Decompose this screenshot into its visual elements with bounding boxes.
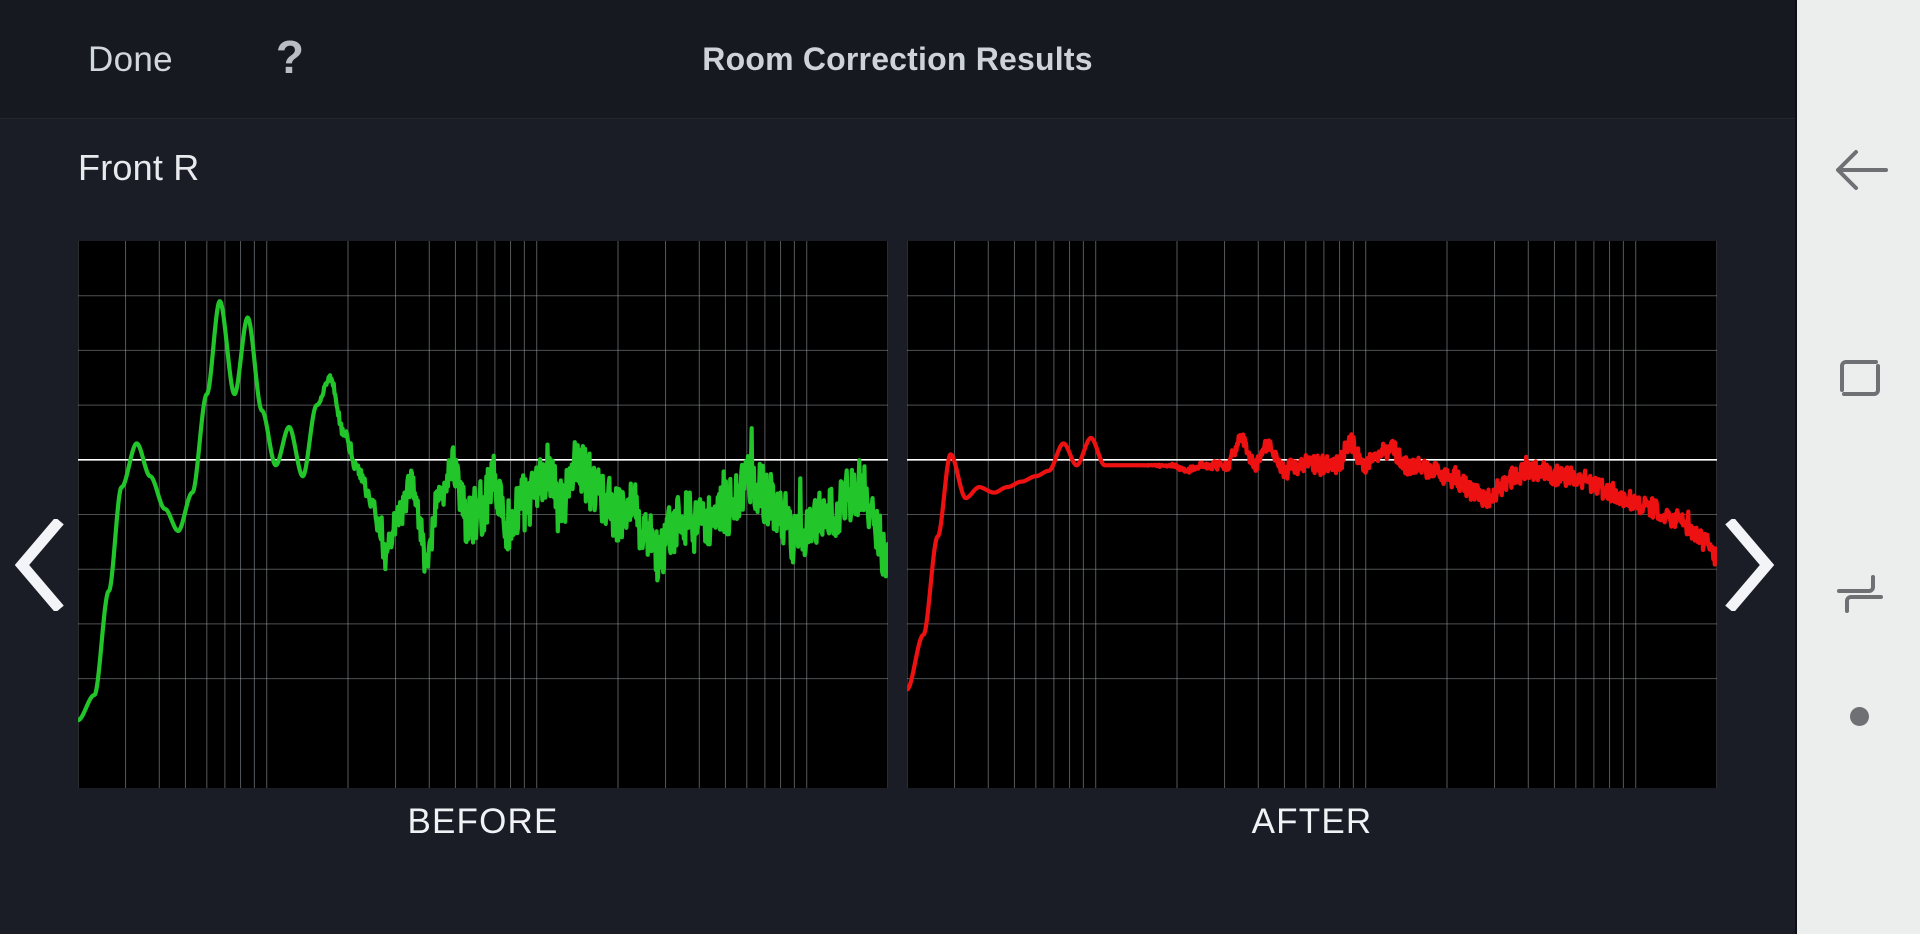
- rounded-square-icon: [1839, 360, 1880, 396]
- after-chart-caption: AFTER: [1251, 802, 1373, 841]
- before-chart: [78, 241, 888, 788]
- app-content-area: Done ? Room Correction Results Front R B…: [0, 0, 1795, 934]
- system-navigation-bar: [1795, 0, 1920, 934]
- after-chart-plot: [907, 241, 1717, 788]
- chevron-right-icon: [1725, 519, 1775, 611]
- channel-label: Front R: [78, 147, 200, 188]
- previous-channel-button[interactable]: [4, 517, 74, 613]
- dot-icon: [1850, 706, 1869, 726]
- nav-back-button[interactable]: [1797, 122, 1920, 218]
- next-channel-button[interactable]: [1715, 517, 1785, 613]
- page-title: Room Correction Results: [702, 40, 1093, 77]
- split-screen-icon: [1836, 575, 1883, 613]
- before-chart-plot: [78, 241, 888, 788]
- before-chart-block: BEFORE: [78, 241, 888, 842]
- room-correction-screen: Done ? Room Correction Results Front R B…: [0, 0, 1920, 934]
- charts-row: BEFORE AFTER: [78, 241, 1717, 842]
- after-chart: [907, 241, 1717, 788]
- nav-recents-button[interactable]: [1797, 330, 1920, 426]
- after-chart-block: AFTER: [907, 241, 1717, 842]
- nav-split-button[interactable]: [1797, 546, 1920, 642]
- before-chart-caption: BEFORE: [407, 802, 559, 841]
- done-button[interactable]: Done: [88, 42, 173, 77]
- nav-more-button[interactable]: [1797, 668, 1920, 764]
- chevron-left-icon: [14, 519, 64, 611]
- arrow-left-icon: [1835, 150, 1888, 190]
- question-mark-icon[interactable]: ?: [276, 34, 304, 80]
- results-content: Front R BEFORE AFTER: [0, 119, 1795, 934]
- top-bar: Done ? Room Correction Results: [0, 0, 1795, 119]
